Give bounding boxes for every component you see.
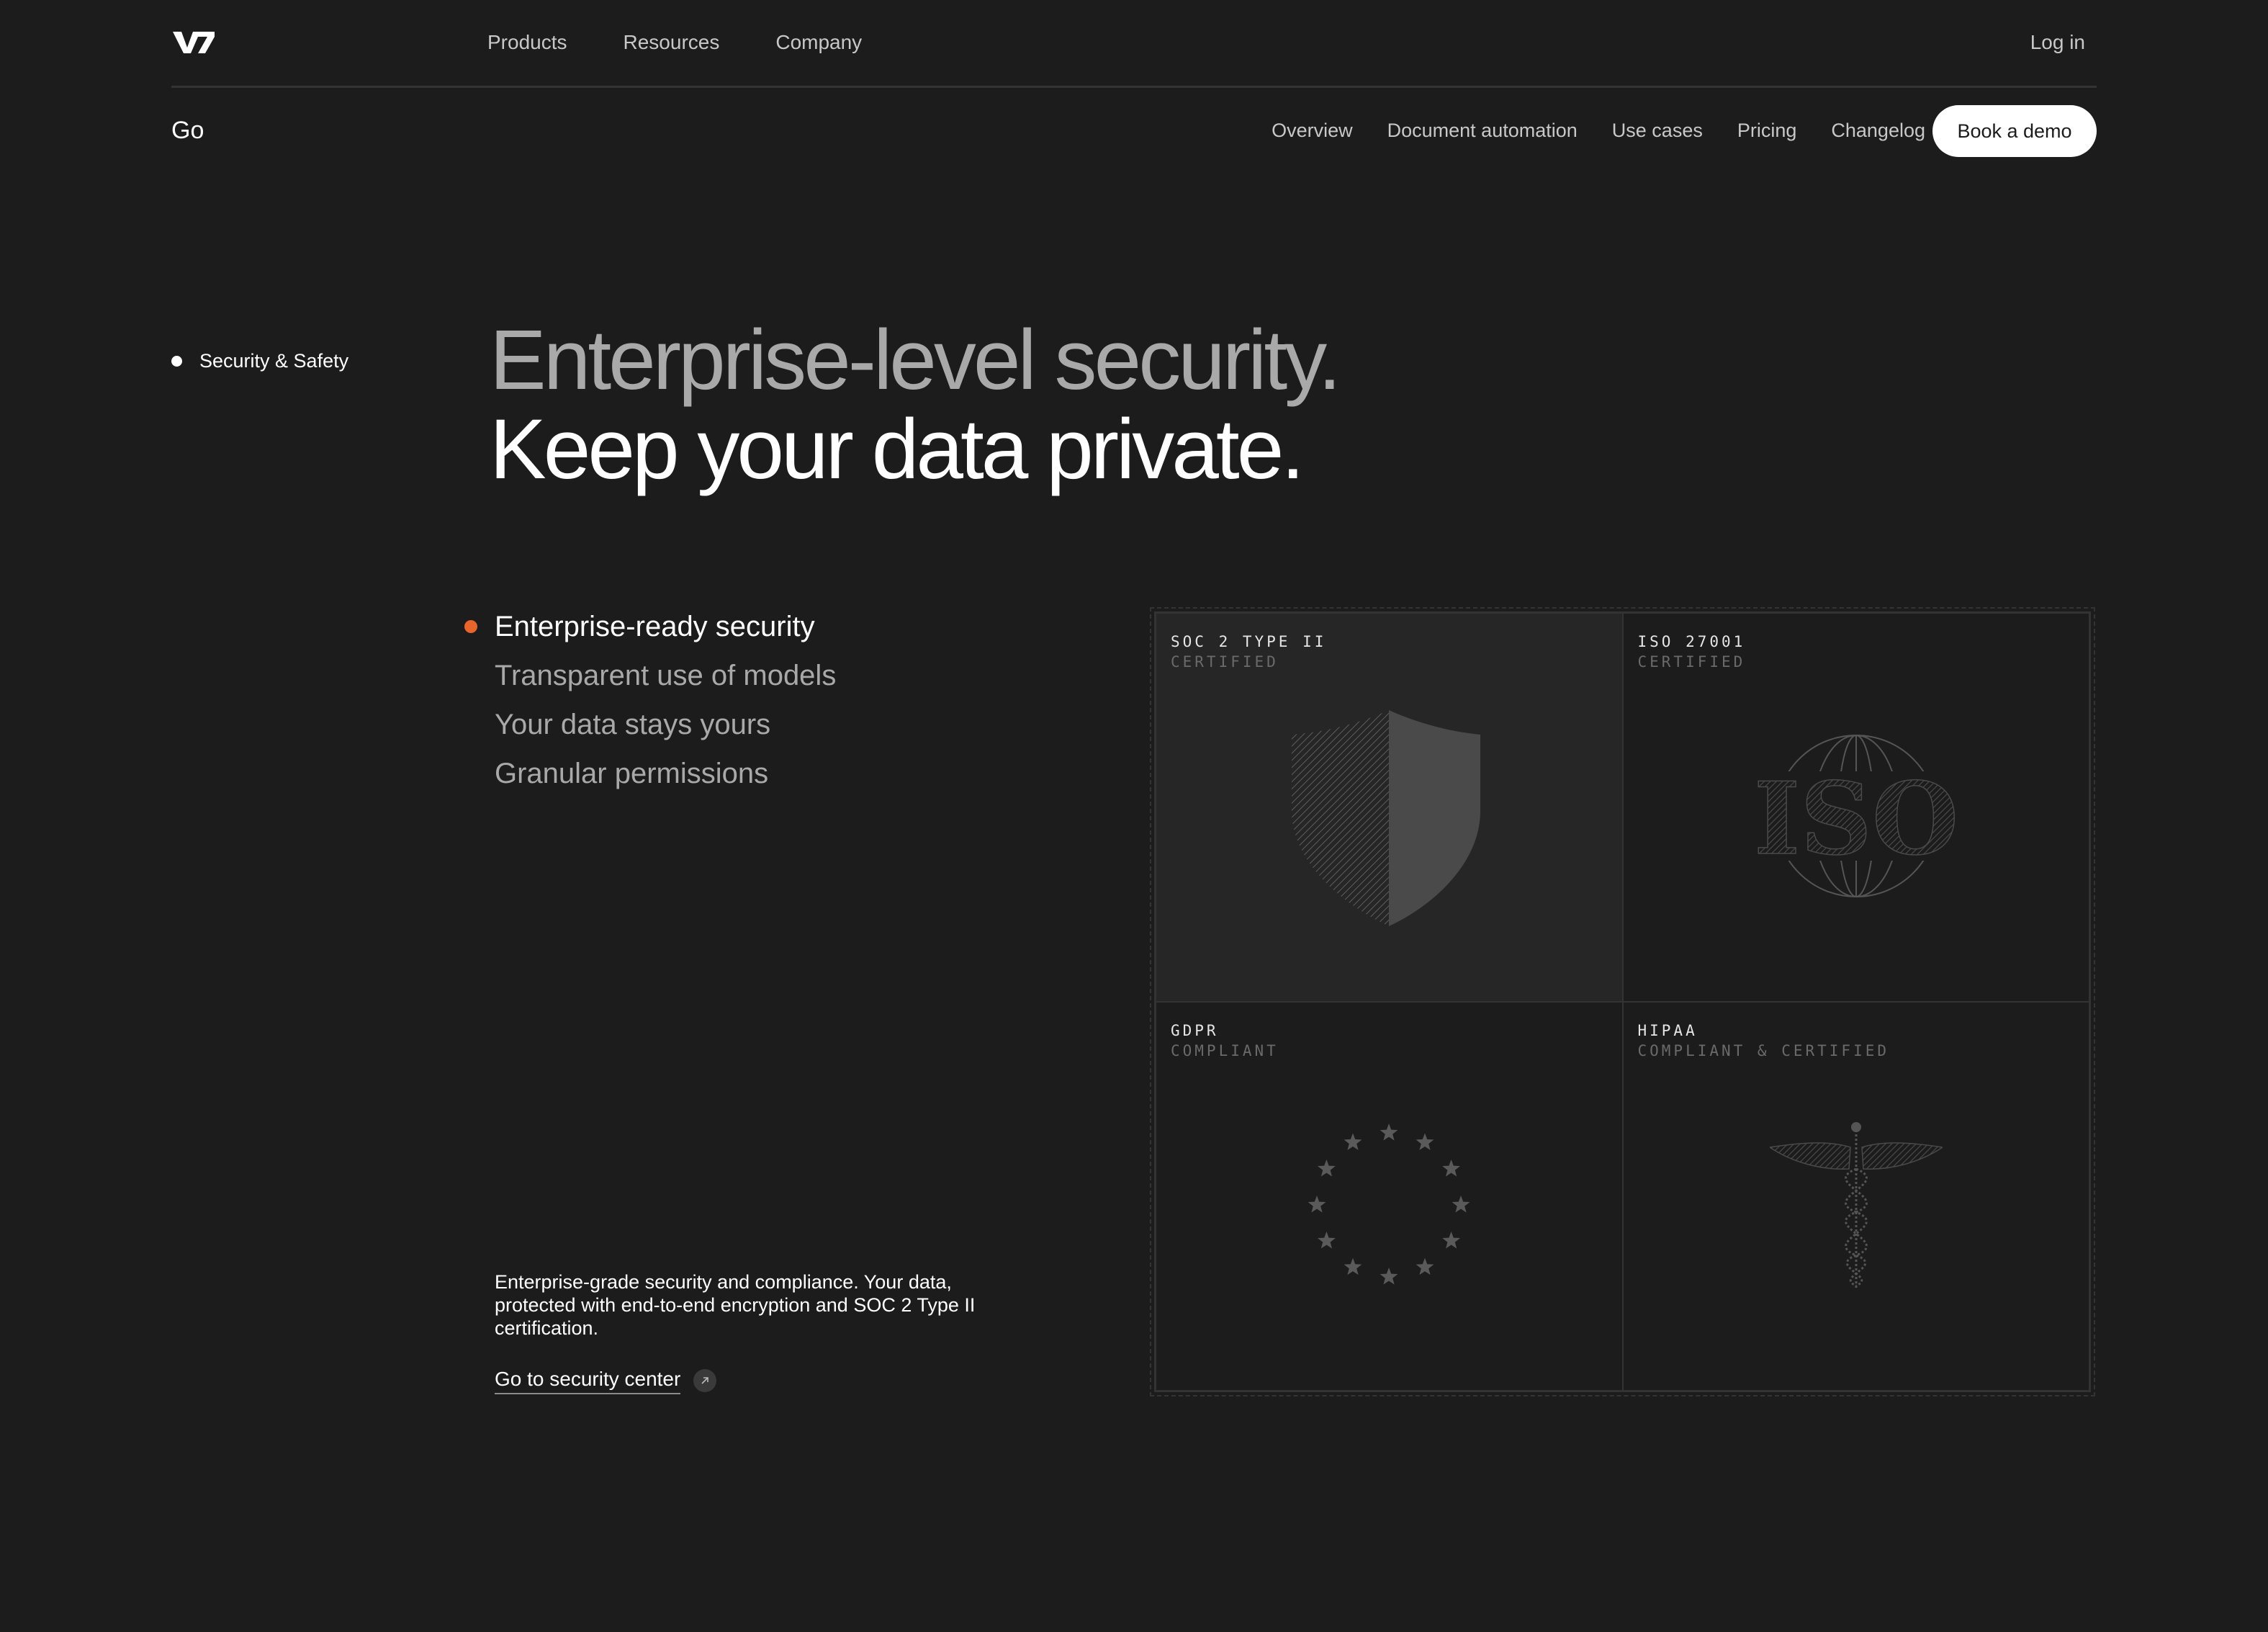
svg-text:ISO: ISO (1754, 760, 1958, 877)
eu-stars-icon (1308, 1124, 1470, 1285)
eu-star (1416, 1133, 1434, 1150)
book-demo-button[interactable]: Book a demo (1932, 105, 2097, 157)
cert-card-gdpr[interactable]: GDPR COMPLIANT (1156, 1002, 1623, 1391)
eu-star (1380, 1124, 1398, 1141)
cert-name: SOC 2 TYPE II (1171, 633, 1327, 650)
active-bullet-icon (464, 620, 477, 633)
cert-status: COMPLIANT & CERTIFIED (1637, 1042, 1890, 1059)
headline-line-1: Enterprise-level security. (490, 313, 1341, 408)
cert-card-hipaa[interactable]: HIPAA COMPLIANT & CERTIFIED (1622, 1002, 2089, 1391)
eu-star (1344, 1133, 1362, 1150)
eu-star (1442, 1160, 1461, 1177)
eu-star (1344, 1257, 1362, 1275)
certifications-grid: SOC 2 TYPE II CERTIFIED ISO 27001 CERTIF… (1154, 611, 2091, 1392)
cert-name: ISO 27001 (1637, 633, 1746, 650)
subnav-changelog[interactable]: Changelog (1831, 118, 1925, 143)
login-link[interactable]: Log in (2030, 30, 2085, 55)
product-subnav: Overview Document automation Use cases P… (1272, 118, 1925, 143)
feature-label: Granular permissions (495, 758, 769, 789)
bullet-placeholder (464, 767, 477, 780)
v7-logo[interactable] (171, 29, 216, 56)
cert-status: COMPLIANT (1171, 1042, 1279, 1059)
cert-card-soc2[interactable]: SOC 2 TYPE II CERTIFIED (1156, 613, 1623, 1002)
feature-item-transparent-models[interactable]: Transparent use of models (464, 651, 836, 700)
feature-item-enterprise-ready[interactable]: Enterprise-ready security (464, 602, 836, 651)
eu-star (1380, 1268, 1398, 1285)
security-description: Enterprise-grade security and compliance… (495, 1271, 976, 1339)
nav-resources[interactable]: Resources (624, 30, 720, 55)
iso-globe-icon: ISO (1747, 735, 1964, 897)
bullet-placeholder (464, 669, 477, 682)
headline-line-2: Keep your data private. (490, 402, 1305, 497)
headline: Enterprise-level security. Keep your dat… (490, 313, 1341, 497)
top-nav: Products Resources Company (487, 30, 862, 55)
feature-label: Enterprise-ready security (495, 611, 815, 642)
section-label: Security & Safety (171, 349, 348, 373)
security-center-link-label: Go to security center (495, 1367, 681, 1394)
feature-item-data-stays-yours[interactable]: Your data stays yours (464, 700, 836, 749)
page: Products Resources Company Log in Go Ove… (0, 0, 2268, 1632)
cert-status: CERTIFIED (1171, 653, 1279, 671)
cert-name: HIPAA (1637, 1022, 1698, 1039)
eu-star (1416, 1257, 1434, 1275)
nav-products[interactable]: Products (487, 30, 567, 55)
eu-star (1318, 1160, 1336, 1177)
subnav-overview[interactable]: Overview (1272, 118, 1353, 143)
nav-company[interactable]: Company (775, 30, 862, 55)
cert-name: GDPR (1171, 1022, 1219, 1039)
feature-item-granular-permissions[interactable]: Granular permissions (464, 749, 836, 798)
subnav-document-automation[interactable]: Document automation (1387, 118, 1578, 143)
subnav-pricing[interactable]: Pricing (1737, 118, 1797, 143)
feature-label: Your data stays yours (495, 709, 771, 740)
certifications-panel: SOC 2 TYPE II CERTIFIED ISO 27001 CERTIF… (1150, 607, 2095, 1396)
product-title[interactable]: Go (171, 115, 204, 145)
section-label-text: Security & Safety (199, 350, 349, 372)
nav-divider (171, 86, 2097, 88)
feature-label: Transparent use of models (495, 660, 837, 691)
cert-status: CERTIFIED (1637, 653, 1746, 671)
subnav-use-cases[interactable]: Use cases (1612, 118, 1703, 143)
arrow-up-right-icon (693, 1369, 717, 1392)
eu-star (1308, 1196, 1326, 1213)
eu-star (1318, 1232, 1336, 1249)
eu-star (1442, 1232, 1461, 1249)
section-dot-icon (171, 355, 182, 367)
caduceus-icon (1769, 1122, 1943, 1288)
bullet-placeholder (464, 718, 477, 731)
security-center-link[interactable]: Go to security center (495, 1367, 717, 1394)
shield-icon (1292, 710, 1481, 926)
eu-star (1452, 1196, 1470, 1213)
feature-list: Enterprise-ready security Transparent us… (464, 602, 836, 798)
cert-card-iso27001[interactable]: ISO 27001 CERTIFIED ISO (1622, 613, 2089, 1002)
